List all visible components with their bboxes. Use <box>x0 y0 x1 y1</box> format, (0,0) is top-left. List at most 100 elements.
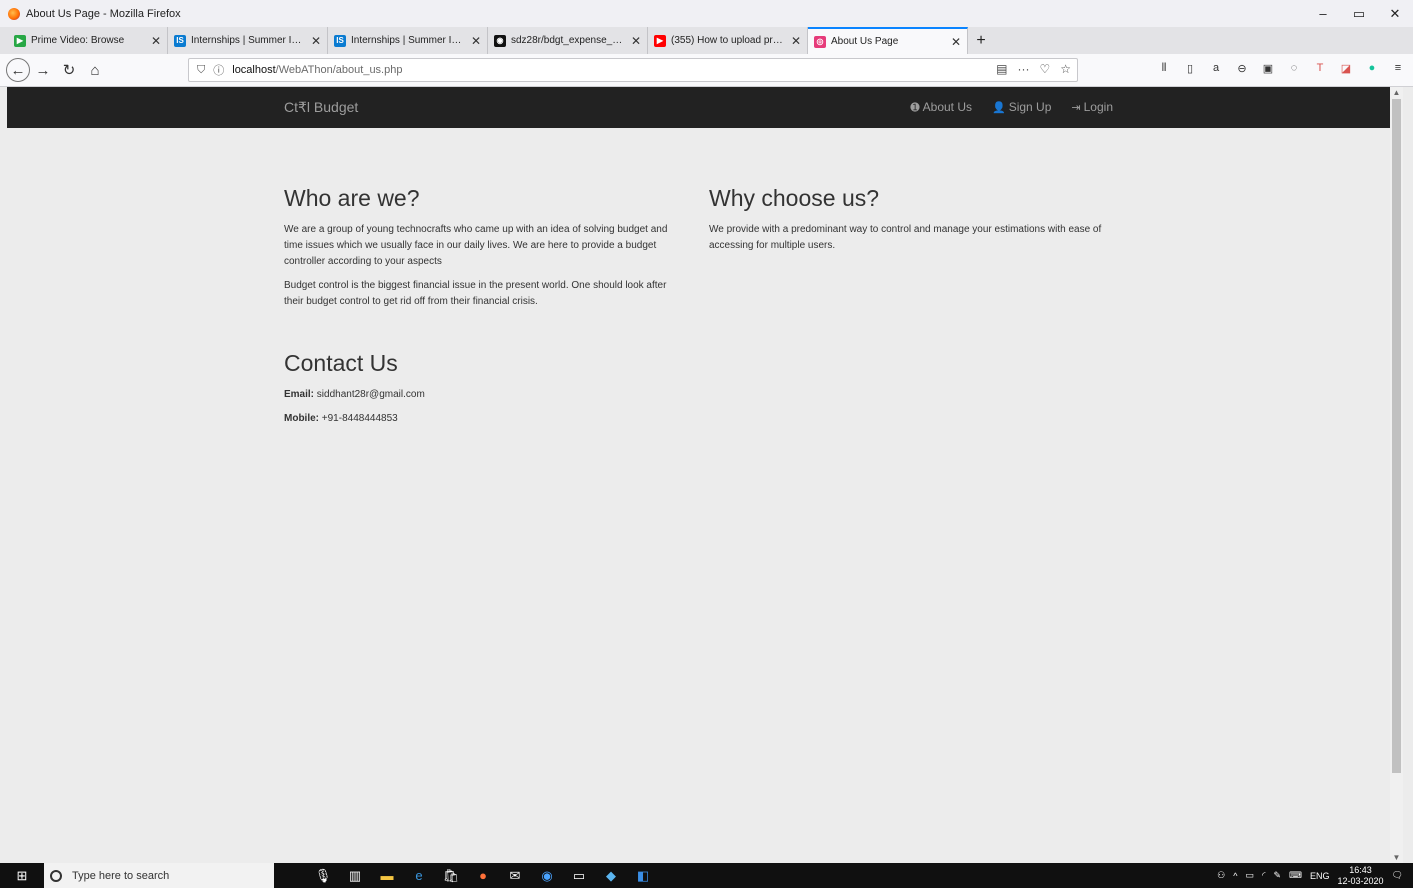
who-are-we-heading: Who are we? <box>284 185 420 211</box>
why-choose-us-heading: Why choose us? <box>709 185 880 211</box>
windows-start-icon[interactable]: ⊞ <box>0 863 44 888</box>
login-icon: ⇥ <box>1071 101 1081 114</box>
site-brand-link[interactable]: Ct₹l Budget <box>284 99 358 116</box>
language-indicator[interactable]: ENG <box>1310 871 1330 881</box>
tab-github[interactable]: ◉ sdz28r/bdgt_expense_manager ✕ <box>488 27 648 54</box>
firefox-logo-icon <box>8 7 20 20</box>
tab-internships-1[interactable]: IS Internships | Summer Internsh ✕ <box>168 27 328 54</box>
internshala-icon: IS <box>174 34 186 47</box>
pdf-extension-icon[interactable]: ◪ <box>1339 61 1353 75</box>
notifications-icon[interactable]: 🗨 <box>1392 870 1403 881</box>
site-nav-links: ➊ About Us 👤 Sign Up ⇥ Login <box>910 100 1113 114</box>
nav-link-label: About Us <box>922 100 972 114</box>
reload-icon[interactable]: ↻ <box>56 57 82 83</box>
people-icon[interactable]: ⚇ <box>1217 870 1225 881</box>
tab-label: About Us Page <box>831 36 899 47</box>
wifi-icon[interactable]: ◜ <box>1262 870 1266 881</box>
contact-email: Email: siddhant28r@gmail.com <box>284 387 684 403</box>
show-hidden-icons-icon[interactable]: ^ <box>1233 871 1237 881</box>
reader-view-icon[interactable]: ▤ <box>996 62 1007 76</box>
tab-youtube[interactable]: ▶ (355) How to upload projects o ✕ <box>648 27 808 54</box>
mobile-value: +91-8448444853 <box>319 413 398 424</box>
scrollbar-thumb[interactable] <box>1392 99 1401 773</box>
firefox-icon[interactable]: ● <box>474 867 492 885</box>
file-explorer-icon[interactable]: ▬ <box>378 867 396 885</box>
email-value: siddhant28r@gmail.com <box>314 389 425 400</box>
clock[interactable]: 16:43 12-03-2020 <box>1338 865 1384 887</box>
page-scrollbar[interactable]: ▲ ▼ <box>1390 87 1403 863</box>
pen-icon[interactable]: ✎ <box>1273 870 1281 881</box>
tab-close-icon[interactable]: ✕ <box>311 34 321 48</box>
task-view-icon[interactable]: ▥ <box>346 867 364 885</box>
extension-icon[interactable]: ▣ <box>1261 61 1275 75</box>
tab-label: Prime Video: Browse <box>31 35 125 46</box>
battery-icon[interactable]: ▭ <box>1245 870 1254 881</box>
nav-link-label: Login <box>1083 100 1113 114</box>
url-host: localhost <box>232 64 276 76</box>
tab-about-us[interactable]: ◎ About Us Page ✕ <box>808 27 968 54</box>
grammarly-icon[interactable]: ● <box>1365 61 1379 75</box>
tab-internships-2[interactable]: IS Internships | Summer Internsh ✕ <box>328 27 488 54</box>
page-viewport: Ct₹l Budget ➊ About Us 👤 Sign Up ⇥ Login Wh… <box>7 87 1390 863</box>
account-icon[interactable]: ⊖ <box>1235 61 1249 75</box>
taskbar-search-box[interactable]: Type here to search <box>44 863 274 888</box>
mail-icon[interactable]: ✉ <box>506 867 524 885</box>
shield-icon[interactable]: ⛉ <box>197 64 205 77</box>
terminal-icon[interactable]: ▭ <box>570 867 588 885</box>
new-tab-button[interactable]: + <box>968 27 994 54</box>
virtualbox-icon[interactable]: ◆ <box>602 867 620 885</box>
tab-prime-video[interactable]: ▶ Prime Video: Browse ✕ <box>8 27 168 54</box>
edge-icon[interactable]: e <box>410 867 428 885</box>
tab-close-icon[interactable]: ✕ <box>951 35 961 49</box>
vscode-icon[interactable]: ◧ <box>634 867 652 885</box>
tab-close-icon[interactable]: ✕ <box>471 34 481 48</box>
back-arrow-icon[interactable]: ← <box>6 58 30 82</box>
minimize-button[interactable]: – <box>1305 0 1341 27</box>
sidebar-icon[interactable]: ▯ <box>1183 61 1197 75</box>
scroll-up-icon[interactable]: ▲ <box>1392 88 1401 97</box>
store-icon[interactable]: 🛍 <box>442 867 460 885</box>
more-actions-icon[interactable]: ··· <box>1017 62 1029 76</box>
tab-close-icon[interactable]: ✕ <box>631 34 641 48</box>
chrome-icon[interactable]: ◉ <box>538 867 556 885</box>
tab-close-icon[interactable]: ✕ <box>151 34 161 48</box>
tab-strip: ▶ Prime Video: Browse ✕ IS Internships |… <box>0 27 1413 54</box>
info-icon: ➊ <box>910 101 920 114</box>
cortana-icon <box>50 869 62 882</box>
keyboard-icon[interactable]: ⌨ <box>1289 870 1302 881</box>
menu-icon[interactable]: ≡ <box>1391 61 1405 75</box>
who-are-we-paragraph-1: We are a group of young technocrafts who… <box>284 224 668 267</box>
tab-close-icon[interactable]: ✕ <box>791 34 801 48</box>
scroll-down-icon[interactable]: ▼ <box>1392 853 1401 862</box>
close-window-button[interactable]: ✕ <box>1377 0 1413 27</box>
library-icon[interactable]: ⫴ <box>1157 61 1171 75</box>
email-label: Email: <box>284 389 315 400</box>
home-icon[interactable]: ⌂ <box>82 57 108 83</box>
translate-extension-icon[interactable]: T <box>1313 61 1327 75</box>
tab-label: (355) How to upload projects o <box>671 35 785 46</box>
ghostery-icon[interactable]: ◌ <box>1287 61 1301 75</box>
forward-arrow-icon[interactable]: → <box>30 57 56 83</box>
internshala-icon: IS <box>334 34 346 47</box>
who-are-we-paragraph-2: Budget control is the biggest financial … <box>284 280 667 307</box>
amazon-extension-icon[interactable]: a <box>1209 61 1223 75</box>
maximize-button[interactable]: ▭ <box>1341 0 1377 27</box>
tab-label: Internships | Summer Internsh <box>351 35 465 46</box>
site-navbar: Ct₹l Budget ➊ About Us 👤 Sign Up ⇥ Login <box>7 87 1390 128</box>
url-bar[interactable]: ⛉ ⓘ localhost/WebAThon/about_us.php ▤ ··… <box>188 58 1078 82</box>
bookmark-star-icon[interactable]: ☆ <box>1060 62 1071 76</box>
nav-toolbar: ← → ↻ ⌂ ⛉ ⓘ localhost/WebAThon/about_us.… <box>0 54 1413 87</box>
mobile-label: Mobile: <box>284 413 319 424</box>
contact-heading: Contact Us <box>284 350 398 376</box>
clock-date: 12-03-2020 <box>1337 875 1384 886</box>
taskbar-apps: 🎙 ▥ ▬ e 🛍 ● ✉ ◉ ▭ ◆ ◧ <box>314 867 652 885</box>
microphone-icon[interactable]: 🎙 <box>314 867 332 885</box>
info-circle-icon[interactable]: ⓘ <box>213 62 224 78</box>
nav-sign-up-link[interactable]: 👤 Sign Up <box>992 100 1051 114</box>
window-titlebar: About Us Page - Mozilla Firefox – ▭ ✕ <box>0 0 1413 27</box>
nav-login-link[interactable]: ⇥ Login <box>1071 100 1113 114</box>
nav-about-us-link[interactable]: ➊ About Us <box>910 100 972 114</box>
play-icon: ▶ <box>14 34 26 47</box>
user-icon: 👤 <box>992 101 1006 114</box>
pocket-icon[interactable]: ♡ <box>1039 62 1050 76</box>
